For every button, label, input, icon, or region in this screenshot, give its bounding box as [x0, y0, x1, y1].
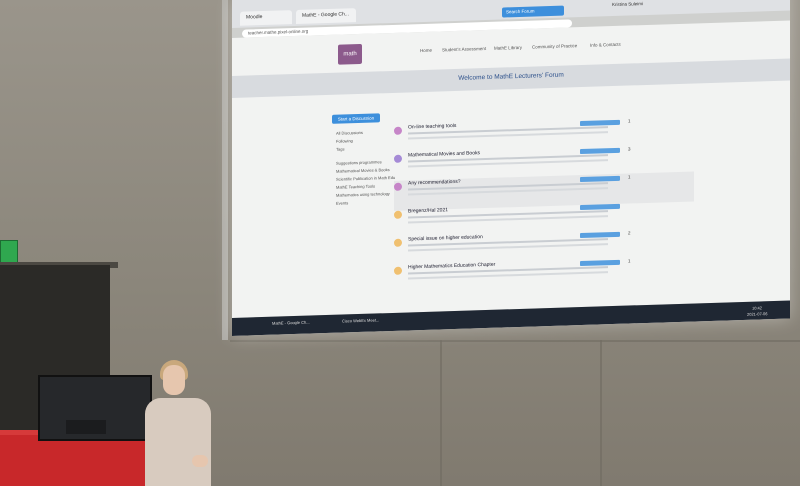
user-avatar-icon — [394, 182, 402, 191]
search-button[interactable]: Search Forum — [502, 5, 564, 18]
nav-library[interactable]: MathE Library — [494, 45, 522, 51]
mathe-logo[interactable]: math — [338, 43, 362, 65]
discussion-title[interactable]: Any recommendations? — [408, 179, 461, 187]
reply-count: 3 — [628, 146, 631, 152]
wall-seam — [440, 340, 442, 486]
sidebar-item-movies[interactable]: Mathematical Movies & Books — [336, 167, 390, 174]
nav-info[interactable]: Info & Contacts — [590, 42, 621, 48]
user-avatar-icon — [394, 126, 402, 135]
sidebar-item-suggestions[interactable]: Suggestions programmes — [336, 159, 382, 165]
forum-page: math Home Student's Assessment MathE Lib… — [232, 20, 790, 319]
taskbar-item[interactable]: MathE - Google Ch... — [272, 320, 310, 326]
sidebar-item-following[interactable]: Following — [336, 138, 353, 144]
exit-sign — [0, 240, 18, 264]
sidebar-item-tags[interactable]: Tags — [336, 146, 344, 151]
sidebar-item-tools[interactable]: MathE Teaching Tools — [336, 184, 375, 190]
browser-tab[interactable]: Moodle — [240, 10, 292, 26]
sidebar-item-publications[interactable]: Scientific Publication in Math Edu — [336, 175, 395, 182]
presenter-body — [145, 398, 211, 486]
presenter-head — [163, 365, 185, 395]
reply-count: 2 — [628, 230, 631, 236]
browser-tab[interactable]: MathE - Google Ch... — [296, 8, 356, 24]
taskbar-date: 2021-07-06 — [747, 311, 768, 317]
discussion-tag[interactable] — [580, 259, 620, 267]
taskbar-item[interactable]: Cisco WebEx Meet... — [342, 317, 379, 323]
sidebar-item-events[interactable]: Events — [336, 200, 348, 205]
user-avatar-icon — [394, 266, 402, 275]
nav-home[interactable]: Home — [420, 48, 432, 53]
projection-screen-edge — [222, 0, 228, 340]
nav-community[interactable]: Community of Practice — [532, 43, 577, 49]
discussion-tag[interactable] — [580, 147, 620, 155]
nav-assessment[interactable]: Student's Assessment — [442, 46, 486, 52]
presenter-hand — [192, 455, 208, 467]
sidebar-item-technology[interactable]: Mathematics using technology — [336, 191, 390, 198]
user-avatar-icon — [394, 210, 402, 219]
wall-seam — [230, 340, 800, 342]
discussion-title[interactable]: Bregenz/Hal 2021 — [408, 207, 448, 214]
discussion-tag[interactable] — [580, 231, 620, 239]
sidebar-item-all[interactable]: All Discussions — [336, 130, 363, 136]
start-discussion-button[interactable]: Start a Discussion — [332, 113, 380, 124]
reply-count: 1 — [628, 258, 631, 264]
user-name[interactable]: Kristina Suleimi — [612, 1, 643, 7]
discussion-title[interactable]: On-line teaching tools — [408, 123, 456, 131]
user-avatar-icon — [394, 154, 402, 163]
discussion-tag[interactable] — [580, 175, 620, 183]
wall-seam — [600, 340, 602, 486]
user-avatar-icon — [394, 238, 402, 247]
discussion-title[interactable]: Special issue on higher education — [408, 234, 483, 242]
projected-screen: Moodle MathE - Google Ch... teacher.math… — [232, 0, 790, 337]
discussion-tag[interactable] — [580, 119, 620, 127]
monitor-stand — [66, 420, 106, 434]
discussion-tag[interactable] — [580, 203, 620, 211]
taskbar-clock: 10:42 — [752, 305, 763, 311]
reply-count: 1 — [628, 118, 631, 124]
discussion-title[interactable]: Mathematical Movies and Books — [408, 150, 480, 158]
reply-count: 1 — [628, 174, 631, 180]
